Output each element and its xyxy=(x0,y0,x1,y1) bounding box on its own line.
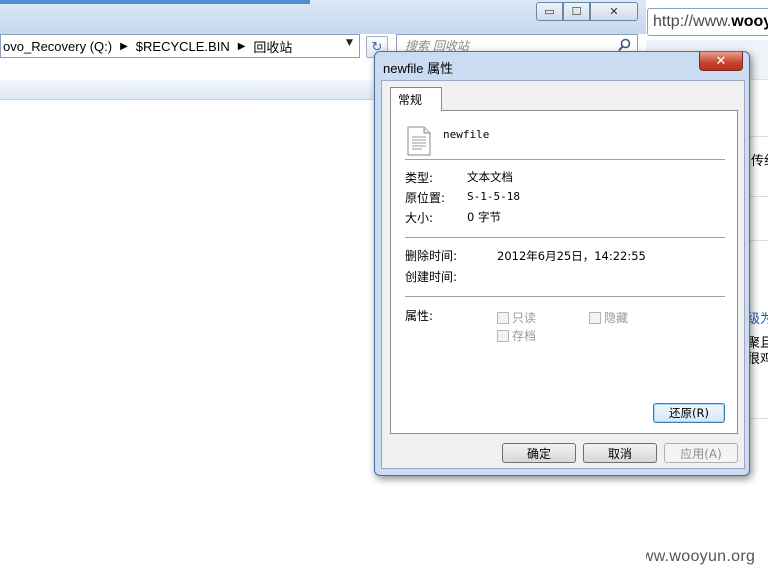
properties-dialog: newfile 属性 ✕ 常规 newfile 类型: 文本文档 原位置: S-… xyxy=(374,51,750,476)
ok-button[interactable]: 确定 xyxy=(502,443,576,463)
readonly-checkbox[interactable]: 只读 xyxy=(497,309,536,326)
browser-link[interactable]: 级为 xyxy=(747,308,768,327)
breadcrumb-recycle-bin-folder[interactable]: $RECYCLE.BIN xyxy=(136,39,230,54)
maximize-button[interactable]: ☐ xyxy=(563,2,590,21)
dialog-title: newfile 属性 xyxy=(383,61,454,76)
browser-url: http://www.wooy xyxy=(653,13,768,30)
size-value: 0 字节 xyxy=(467,210,501,224)
breadcrumb-recycle-bin[interactable]: 回收站 xyxy=(253,37,292,56)
type-label: 类型: xyxy=(405,171,434,185)
search-icon[interactable] xyxy=(618,38,631,52)
size-label: 大小: xyxy=(405,211,434,225)
address-dropdown-icon[interactable]: ▼ xyxy=(346,38,353,48)
cancel-button[interactable]: 取消 xyxy=(583,443,657,463)
dialog-body: 常规 newfile 类型: 文本文档 原位置: S-1-5-18 大小: 0 … xyxy=(381,80,745,469)
window-frame: ▭ ☐ ✕ xyxy=(0,0,646,34)
hidden-label: 隐藏 xyxy=(604,311,629,325)
browser-text: 很鸡 xyxy=(747,352,768,367)
divider xyxy=(405,159,725,160)
breadcrumb-drive[interactable]: ovo_Recovery (Q:) xyxy=(3,39,112,54)
tab-general[interactable]: 常规 xyxy=(390,87,442,111)
created-label: 创建时间: xyxy=(405,270,458,284)
deleted-label: 删除时间: xyxy=(405,249,458,263)
file-name: newfile xyxy=(443,128,490,141)
minimize-button[interactable]: ▭ xyxy=(536,2,563,21)
apply-button[interactable]: 应用(A) xyxy=(664,443,738,463)
breadcrumb-separator-icon[interactable]: ▶ xyxy=(238,41,246,52)
location-value: S-1-5-18 xyxy=(467,190,520,203)
attributes-label: 属性: xyxy=(405,309,434,323)
archive-label: 存档 xyxy=(512,329,537,343)
address-bar[interactable]: ovo_Recovery (Q:) ▶ $RECYCLE.BIN ▶ 回收站 xyxy=(0,34,360,58)
close-button[interactable]: ✕ xyxy=(590,2,638,21)
breadcrumb-separator-icon[interactable]: ▶ xyxy=(120,41,128,52)
archive-checkbox[interactable]: 存档 xyxy=(497,327,536,344)
browser-text: 传约 xyxy=(751,154,768,169)
general-panel: newfile 类型: 文本文档 原位置: S-1-5-18 大小: 0 字节 … xyxy=(390,110,738,434)
readonly-label: 只读 xyxy=(512,311,537,325)
hidden-checkbox[interactable]: 隐藏 xyxy=(589,309,628,326)
text-file-icon xyxy=(407,126,431,156)
watermark: www.wooyun.org xyxy=(630,548,756,565)
deleted-value: 2012年6月25日，14:22:55 xyxy=(497,249,646,263)
divider xyxy=(405,296,725,297)
restore-button[interactable]: 还原(R) xyxy=(653,403,725,423)
location-label: 原位置: xyxy=(405,191,446,205)
dialog-close-button[interactable]: ✕ xyxy=(699,52,743,71)
type-value: 文本文档 xyxy=(467,170,513,184)
divider xyxy=(405,237,725,238)
